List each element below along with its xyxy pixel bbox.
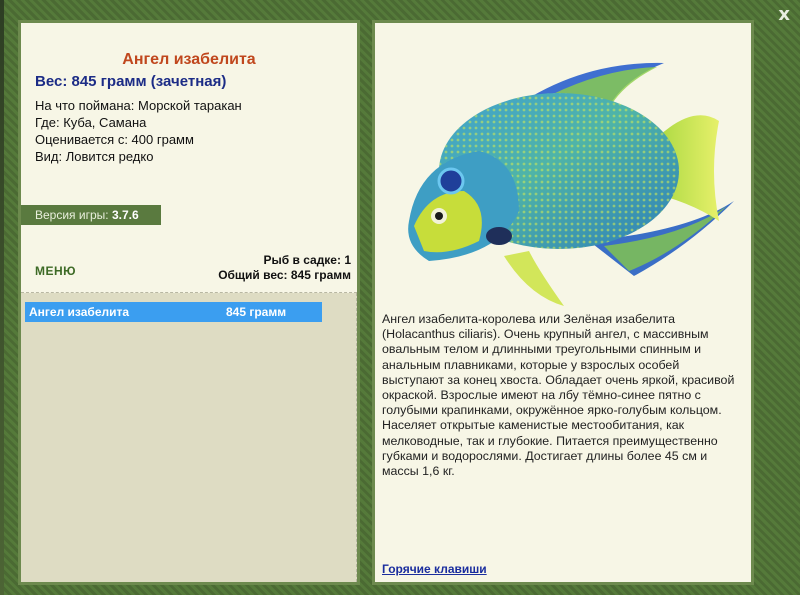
caught-with: На что поймана: Морской таракан (35, 98, 242, 113)
catch-rarity: Вид: Ловится редко (35, 149, 154, 164)
caught-where: Где: Куба, Самана (35, 115, 147, 130)
fish-description: Ангел изабелита-королева или Зелёная иза… (382, 312, 735, 479)
fish-details: На что поймана: Морской таракан Где: Куб… (35, 97, 242, 165)
game-version: Версия игры: 3.7.6 (21, 205, 161, 225)
catch-list: Ангел изабелита 845 грамм (21, 293, 357, 582)
menu-button[interactable]: МЕНЮ (35, 264, 76, 278)
rated-from: Оценивается с: 400 грамм (35, 132, 194, 147)
cage-count: Рыб в садке: 1 (263, 253, 351, 267)
catch-list-item[interactable]: Ангел изабелита 845 грамм (25, 302, 322, 322)
cage-total-weight: Общий вес: 845 грамм (218, 268, 351, 282)
fish-weight: Вес: 845 грамм (зачетная) (35, 73, 227, 90)
close-icon[interactable]: x (778, 4, 790, 25)
cage-stats: Рыб в садке: 1 Общий вес: 845 грамм (218, 253, 351, 283)
catch-item-name: Ангел изабелита (29, 305, 130, 319)
version-label: Версия игры: (35, 208, 109, 222)
hotkeys-link[interactable]: Горячие клавиши (382, 562, 487, 576)
version-value: 3.7.6 (111, 208, 139, 222)
window-edge (0, 0, 4, 595)
list-divider (356, 293, 357, 582)
catch-item-weight: 845 грамм (226, 305, 287, 319)
fish-info-panel: Ангел изабелита Вес: 845 грамм (зачетная… (18, 20, 360, 585)
fish-title: Ангел изабелита (122, 51, 256, 68)
close-button[interactable]: x (778, 6, 790, 24)
fish-illustration (408, 62, 734, 306)
fish-description-panel: Ангел изабелита-королева или Зелёная иза… (372, 20, 754, 585)
